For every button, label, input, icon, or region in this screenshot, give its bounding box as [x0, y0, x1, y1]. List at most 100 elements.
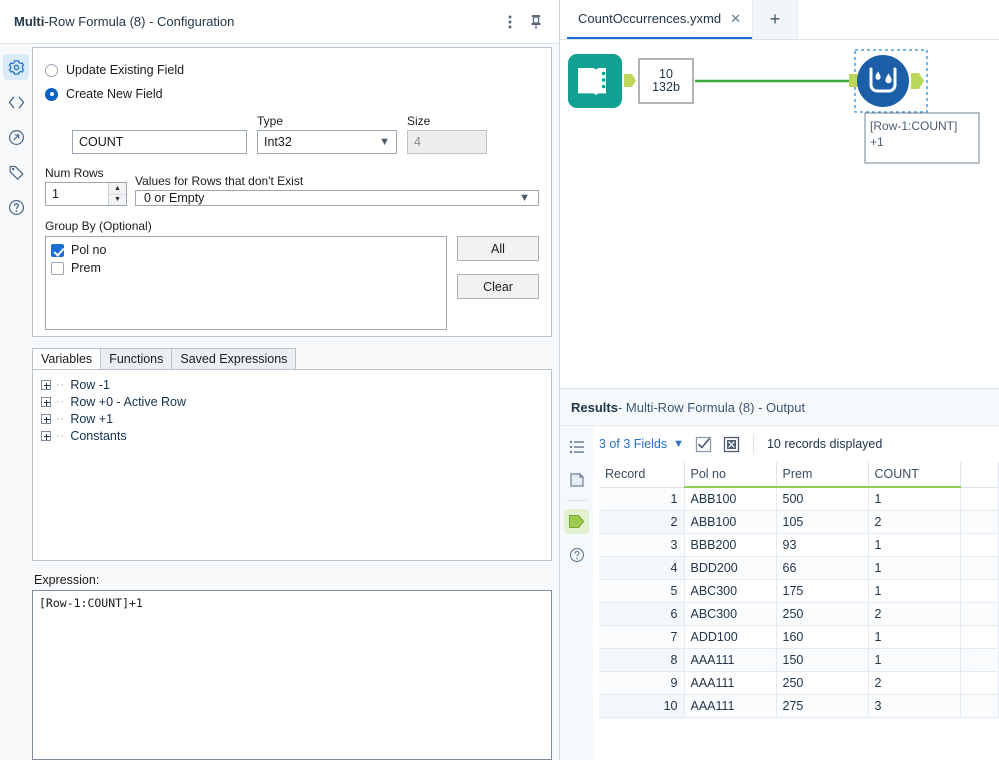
- rail-item-annotation[interactable]: [3, 124, 29, 150]
- checkbox-prem[interactable]: [51, 261, 64, 275]
- cell-record: 2: [599, 510, 685, 534]
- expand-icon[interactable]: [41, 396, 51, 407]
- type-select[interactable]: Int32 ▼: [257, 130, 397, 154]
- tree-item[interactable]: ·· Row +0 - Active Row: [41, 393, 543, 410]
- create-new-field-option[interactable]: Create New Field: [45, 82, 539, 106]
- cell-record: 9: [599, 671, 685, 695]
- results-body: 3 of 3 Fields ▼ 10 records displayed Rec…: [560, 426, 999, 760]
- group-by-list[interactable]: Pol no Prem: [45, 236, 447, 330]
- update-existing-field-label: Update Existing Field: [66, 63, 185, 77]
- table-row[interactable]: 8 AAA111 150 1: [599, 648, 999, 672]
- results-grid[interactable]: Record Pol no Prem COUNT 1 ABB100 500 1 2 ABB…: [593, 462, 999, 760]
- configuration-icon-rail: [0, 44, 32, 760]
- tab-saved-expressions[interactable]: Saved Expressions: [171, 348, 297, 369]
- boxed-x-icon: [723, 436, 740, 452]
- cell-prem: 175: [776, 579, 869, 603]
- expand-icon[interactable]: [41, 413, 51, 424]
- group-by-item-prem[interactable]: Prem: [51, 259, 441, 277]
- checkbox-pol-no[interactable]: [51, 243, 64, 257]
- clear-button[interactable]: Clear: [457, 274, 539, 299]
- num-rows-value[interactable]: 1: [46, 183, 108, 205]
- num-rows-label: Num Rows: [45, 166, 104, 180]
- new-tab-button[interactable]: +: [751, 0, 798, 39]
- close-icon[interactable]: ✕: [730, 11, 741, 27]
- expression-input[interactable]: [Row-1:COUNT]+1: [32, 590, 552, 760]
- new-field-row: COUNT Type Int32 ▼ Size 4: [45, 114, 539, 154]
- spin-down-icon[interactable]: ▼: [109, 195, 126, 206]
- rail-item-help[interactable]: [3, 194, 29, 220]
- spin-up-icon[interactable]: ▲: [109, 183, 126, 195]
- type-group: Type Int32 ▼: [257, 114, 397, 154]
- kebab-menu-icon[interactable]: [497, 9, 523, 35]
- chevron-down-icon: ▼: [519, 191, 530, 204]
- cell-count: 2: [868, 510, 961, 534]
- tree-item[interactable]: ·· Row +1: [41, 410, 543, 427]
- pin-icon[interactable]: [523, 9, 549, 35]
- expand-icon[interactable]: [41, 379, 51, 390]
- table-row[interactable]: 10 AAA111 275 3: [599, 694, 999, 718]
- cell-prem: 160: [776, 625, 869, 649]
- select-all-button[interactable]: All: [457, 236, 539, 261]
- rail-item-xml-view[interactable]: [3, 89, 29, 115]
- tree-connector: ··: [56, 395, 66, 408]
- cell-pol-no: AAA111: [684, 671, 777, 695]
- table-row[interactable]: 2 ABB100 105 2: [599, 510, 999, 534]
- deselect-all-fields-button[interactable]: [723, 436, 740, 453]
- field-name-input[interactable]: COUNT: [72, 130, 247, 154]
- column-header-prem[interactable]: Prem: [776, 462, 869, 488]
- column-header-count[interactable]: COUNT: [868, 462, 961, 488]
- cell-record: 3: [599, 533, 685, 557]
- results-rail-output-anchor[interactable]: [564, 509, 589, 534]
- table-row[interactable]: 1 ABB100 500 1: [599, 487, 999, 511]
- column-header-pol-no[interactable]: Pol no: [684, 462, 777, 488]
- cell-filler: [960, 625, 999, 649]
- field-name-group: COUNT: [45, 130, 247, 154]
- cell-pol-no: BDD200: [684, 556, 777, 580]
- cell-prem: 500: [776, 487, 869, 511]
- tree-connector: ··: [56, 378, 66, 391]
- select-all-fields-button[interactable]: [695, 436, 712, 453]
- fields-selector[interactable]: 3 of 3 Fields ▼: [599, 437, 684, 451]
- tree-item[interactable]: ·· Constants: [41, 427, 543, 444]
- variables-tree[interactable]: ·· Row -1 ·· Row +0 - Active Row ·· Row …: [32, 369, 552, 561]
- annotation-line-1: [Row-1:COUNT]: [870, 119, 958, 133]
- plus-icon: +: [769, 9, 781, 29]
- tab-functions[interactable]: Functions: [100, 348, 173, 369]
- workflow-canvas[interactable]: 10 132b [Row-1:COUNT] +1: [560, 40, 999, 389]
- table-row[interactable]: 5 ABC300 175 1: [599, 579, 999, 603]
- tree-item-label: Row -1: [70, 377, 110, 392]
- expression-label: Expression:: [34, 573, 100, 587]
- results-rail-messages[interactable]: [564, 434, 589, 459]
- connection-record-info: 10 132b: [639, 60, 693, 102]
- table-row[interactable]: 9 AAA111 250 2: [599, 671, 999, 695]
- tree-item-label: Row +0 - Active Row: [70, 394, 186, 409]
- cell-prem: 105: [776, 510, 869, 534]
- group-by-item-pol-no[interactable]: Pol no: [51, 241, 441, 259]
- update-existing-field-radio[interactable]: [45, 63, 58, 77]
- results-rail-metadata[interactable]: [564, 467, 589, 492]
- tree-item-label: Row +1: [70, 411, 114, 426]
- results-rail-help[interactable]: [564, 542, 589, 567]
- tree-item[interactable]: ·· Row -1: [41, 376, 543, 393]
- cell-prem: 275: [776, 694, 869, 718]
- num-rows-stepper[interactable]: 1 ▲ ▼: [45, 182, 127, 206]
- update-existing-field-option[interactable]: Update Existing Field: [45, 58, 539, 82]
- table-row[interactable]: 4 BDD200 66 1: [599, 556, 999, 580]
- num-rows-spin-buttons[interactable]: ▲ ▼: [108, 183, 126, 205]
- multi-row-formula-node: [857, 55, 909, 107]
- group-by-item-label: Pol no: [71, 243, 107, 257]
- create-new-field-radio[interactable]: [45, 87, 58, 101]
- tab-variables[interactable]: Variables: [32, 348, 102, 369]
- table-row[interactable]: 6 ABC300 250 2: [599, 602, 999, 626]
- results-icon-rail: [560, 426, 593, 760]
- rail-item-labels[interactable]: [3, 159, 29, 185]
- document-tab-countoccurrences[interactable]: CountOccurrences.yxmd ✕: [567, 0, 752, 39]
- list-icon: [569, 440, 584, 453]
- expand-icon[interactable]: [41, 430, 51, 441]
- table-row[interactable]: 7 ADD100 160 1: [599, 625, 999, 649]
- column-header-record[interactable]: Record: [599, 462, 685, 488]
- values-for-rows-select[interactable]: 0 or Empty ▼: [135, 190, 539, 206]
- cell-pol-no: ADD100: [684, 625, 777, 649]
- table-row[interactable]: 3 BBB200 93 1: [599, 533, 999, 557]
- rail-item-configuration[interactable]: [3, 54, 29, 80]
